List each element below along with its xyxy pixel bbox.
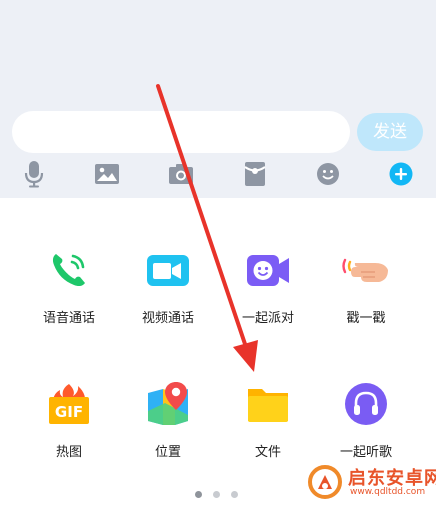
phone-icon [52, 254, 85, 287]
app-file[interactable]: 文件 [218, 378, 318, 460]
microphone-icon [24, 161, 44, 188]
app-video-call[interactable]: 视频通话 [118, 244, 218, 326]
folder-icon [248, 389, 288, 422]
app-hot-image[interactable]: GIF 热图 [19, 378, 119, 460]
app-label: 热图 [55, 445, 82, 460]
app-label: 文件 [254, 445, 281, 460]
app-poke[interactable]: 戳一戳 [316, 244, 416, 326]
app-party[interactable]: 一起派对 [218, 244, 318, 326]
image-button[interactable] [92, 158, 122, 190]
voice-button[interactable] [19, 158, 49, 190]
page-dot-1[interactable] [195, 491, 202, 498]
red-packet-icon [244, 162, 266, 186]
watermark-url: www.qdltdd.com [350, 487, 426, 497]
app-listen-together[interactable]: 一起听歌 [316, 378, 416, 460]
image-icon [95, 164, 119, 184]
message-input[interactable] [12, 111, 350, 153]
app-label: 视频通话 [141, 311, 194, 326]
party-icon [247, 255, 289, 286]
app-voice-call[interactable]: 语音通话 [19, 244, 119, 326]
emoji-button[interactable] [313, 158, 343, 190]
map-pin-icon [148, 382, 188, 425]
app-label: 位置 [154, 445, 181, 460]
send-button[interactable]: 发送 [357, 113, 423, 151]
plus-icon [389, 162, 413, 186]
more-button[interactable] [386, 158, 416, 190]
poke-finger-icon [342, 258, 388, 282]
red-packet-button[interactable] [240, 158, 270, 190]
site-watermark: 启东安卓网 www.qdltdd.com [306, 462, 436, 502]
watermark-logo [308, 465, 342, 499]
svg-text:GIF: GIF [55, 403, 83, 421]
app-label: 语音通话 [42, 311, 95, 326]
app-label: 戳一戳 [346, 311, 386, 326]
headphones-icon [345, 383, 387, 425]
page-dot-3[interactable] [231, 491, 238, 498]
camera-icon [169, 164, 193, 184]
gif-icon: GIF [49, 384, 89, 424]
app-label: 一起听歌 [339, 445, 392, 460]
input-toolbar [0, 158, 436, 194]
page-dot-2[interactable] [213, 491, 220, 498]
camera-button[interactable] [166, 158, 196, 190]
video-camera-icon [147, 255, 189, 286]
emoji-icon [317, 163, 339, 185]
app-label: 一起派对 [241, 311, 294, 326]
app-location[interactable]: 位置 [118, 378, 218, 460]
